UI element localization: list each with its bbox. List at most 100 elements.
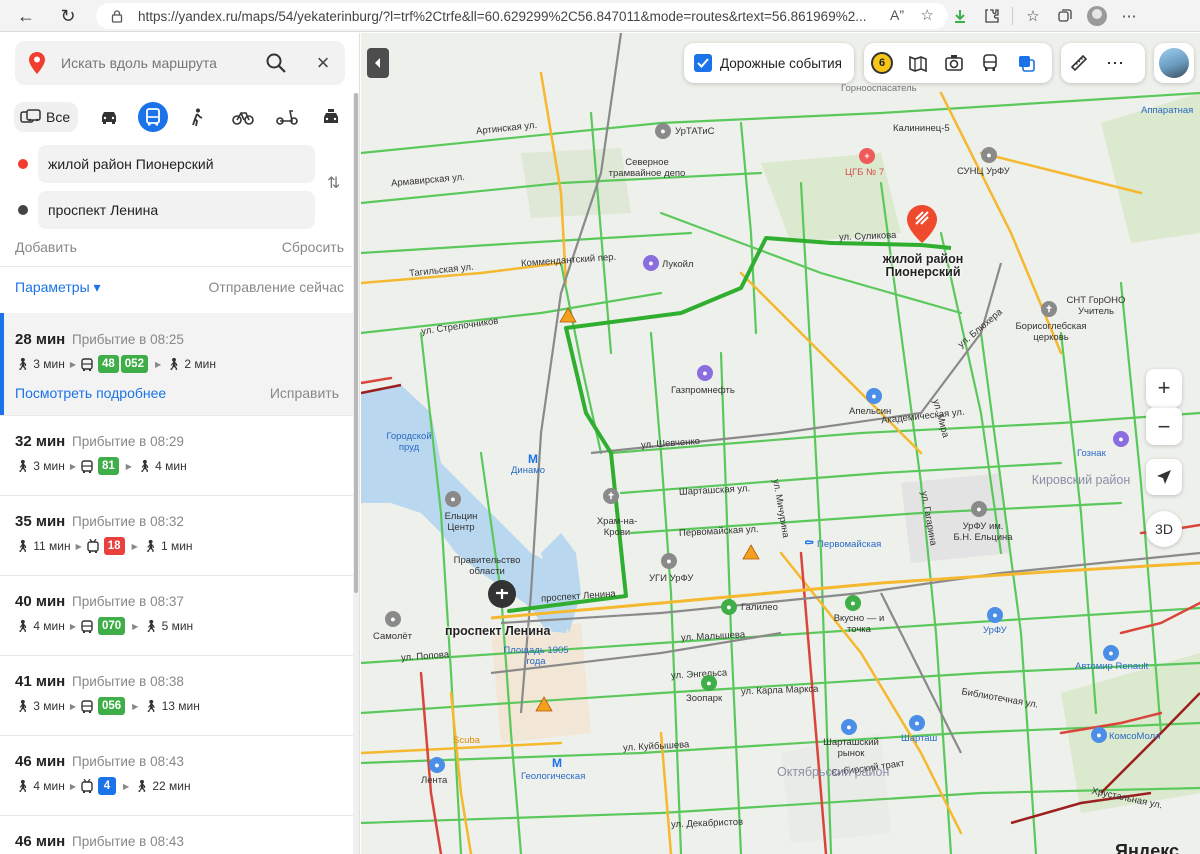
poi-label: Шарташ (901, 733, 938, 744)
url-text[interactable]: https://yandex.ru/maps/54/yekaterinburg/… (138, 9, 866, 24)
hospital-icon[interactable]: + (859, 148, 875, 164)
shop-icon[interactable]: ● (841, 719, 857, 735)
mode-taxi-button[interactable] (316, 102, 346, 132)
user-avatar[interactable] (1154, 43, 1194, 83)
collections-icon[interactable] (1049, 0, 1081, 32)
poi-label: Газпромнефть (671, 385, 735, 396)
transport-icon[interactable]: ● (909, 715, 925, 731)
zoo-icon[interactable]: ● (701, 675, 717, 691)
end-dot-icon (18, 205, 28, 215)
my-location-button[interactable] (1146, 459, 1182, 495)
favorites-icon[interactable]: ☆ (1017, 0, 1049, 32)
mode-bicycle-button[interactable] (228, 102, 258, 132)
route-option[interactable]: 41 мин Прибытие в 08:38 🚶︎ 3 мин ▶ 056 ▶… (0, 655, 354, 735)
fuel-icon[interactable]: ● (1113, 431, 1129, 447)
add-favorite-icon[interactable]: ☆ (921, 6, 934, 24)
more-options-icon[interactable]: ⋯ (1097, 43, 1133, 83)
shop-icon[interactable]: ● (385, 611, 401, 627)
route-point-from: жилой район Пионерский (15, 145, 315, 183)
mode-all-button[interactable]: Все (14, 102, 78, 132)
bicycle-icon (232, 112, 254, 125)
walk-icon: 🚶︎ (15, 459, 31, 473)
university-icon[interactable]: ● (987, 607, 1003, 623)
destination-marker[interactable] (907, 205, 937, 246)
car-service-icon[interactable]: ● (1103, 645, 1119, 661)
route-fix-link[interactable]: Исправить (270, 385, 339, 401)
route-arrival: Прибытие в 08:37 (72, 594, 184, 609)
route-option[interactable]: 32 мин Прибытие в 08:29 🚶︎ 3 мин ▶ 81 ▶ … (0, 415, 354, 495)
to-field[interactable]: проспект Ленина (38, 191, 315, 229)
3d-toggle-button[interactable]: 3D (1146, 511, 1182, 547)
back-icon[interactable]: ← (10, 0, 42, 32)
zoom-in-button[interactable]: + (1146, 369, 1182, 407)
close-icon[interactable]: × (313, 52, 333, 74)
church-icon[interactable]: ✝ (603, 488, 619, 504)
shop-icon[interactable]: ● (1091, 727, 1107, 743)
shop-icon[interactable]: ● (721, 599, 737, 615)
reset-link[interactable]: Сбросить (282, 239, 344, 255)
address-bar[interactable]: https://yandex.ru/maps/54/yekaterinburg/… (96, 3, 948, 29)
mode-bus-button[interactable] (138, 102, 168, 132)
read-aloud-icon[interactable]: A” (890, 7, 904, 23)
reload-icon[interactable]: ↻ (52, 0, 84, 32)
university-icon[interactable]: ● (971, 501, 987, 517)
mode-pedestrian-button[interactable] (182, 102, 212, 132)
fuel-icon[interactable]: ● (643, 255, 659, 271)
university-icon[interactable]: ● (661, 553, 677, 569)
poi-label: СНТ ГорОНО Учитель (1066, 295, 1126, 317)
route-search-box[interactable]: × (15, 41, 345, 85)
landmark-icon[interactable]: ● (445, 491, 461, 507)
route-option[interactable]: 40 мин Прибытие в 08:37 🚶︎ 4 мин ▶ 070 ▶… (0, 575, 354, 655)
start-title: проспект Ленина (445, 624, 551, 638)
panorama-icon[interactable] (900, 43, 936, 83)
add-point-link[interactable]: Добавить (15, 239, 77, 255)
zoom-out-button[interactable]: − (1146, 407, 1182, 445)
poi-icon[interactable]: ● (655, 123, 671, 139)
metro-icon[interactable]: ⚰ (801, 535, 817, 551)
swap-points-icon[interactable]: ⇅ (327, 173, 347, 195)
fuel-icon[interactable]: ● (697, 365, 713, 381)
shop-icon[interactable]: ● (866, 388, 882, 404)
route-option[interactable]: 35 мин Прибытие в 08:32 🚶︎ 11 мин ▶ 18 ▶… (0, 495, 354, 575)
search-icon[interactable] (265, 52, 287, 74)
walk-duration: 2 мин (184, 357, 216, 371)
search-input[interactable] (61, 51, 261, 75)
traffic-score-button[interactable]: 6 (864, 43, 900, 83)
poi-label: Гознак (1077, 448, 1106, 459)
mode-scooter-button[interactable] (272, 102, 302, 132)
download-icon[interactable] (944, 0, 976, 32)
ruler-icon[interactable] (1061, 43, 1097, 83)
extensions-icon[interactable] (976, 0, 1008, 32)
departure-time-select[interactable]: Отправление сейчас (209, 279, 344, 295)
traffic-events-toggle[interactable]: Дорожные события (684, 43, 854, 83)
parameters-dropdown[interactable]: Параметры ▾ (15, 279, 101, 296)
panel-scrollbar[interactable] (353, 93, 359, 854)
route-option[interactable]: 46 мин Прибытие в 08:43 🚶︎ 4 мин ▶ 4 ▶ 🚶… (0, 735, 354, 815)
lock-icon[interactable] (110, 9, 124, 23)
route-details-link[interactable]: Посмотреть подробнее (15, 385, 166, 401)
map-canvas[interactable]: Артинская ул. Армавирская ул. Тагильская… (361, 33, 1200, 854)
metro-icon[interactable]: M (549, 755, 565, 771)
map-roads[interactable] (361, 33, 1200, 854)
food-icon[interactable]: ● (845, 595, 861, 611)
mode-car-button[interactable] (94, 102, 124, 132)
layers-icon[interactable] (1008, 43, 1044, 83)
poi-label: Апельсин (849, 406, 892, 417)
school-icon[interactable]: ● (981, 147, 997, 163)
collapse-panel-button[interactable] (367, 48, 389, 78)
from-field[interactable]: жилой район Пионерский (38, 145, 315, 183)
map-layers-toolbar: 6 (864, 43, 1052, 83)
camera-icon[interactable] (936, 43, 972, 83)
transit-layer-icon[interactable] (972, 43, 1008, 83)
routes-panel: × Все жилой район Пионерский проспект (0, 33, 360, 854)
checkbox-checked-icon[interactable] (694, 54, 712, 72)
poi-label: УГИ УрФУ (649, 573, 694, 584)
route-option[interactable]: 46 мин Прибытие в 08:43 (0, 815, 354, 854)
walk-icon: 🚶︎ (15, 779, 31, 793)
more-icon[interactable]: ⋯ (1113, 0, 1145, 32)
route-legs: 🚶︎ 4 мин ▶ 4 ▶ 🚶︎ 22 мин (15, 776, 191, 796)
profile-icon[interactable] (1081, 0, 1113, 32)
shop-icon[interactable]: ● (429, 757, 445, 773)
start-marker[interactable] (487, 579, 517, 612)
route-option-selected[interactable]: 28 мин Прибытие в 08:25 🚶︎ 3 мин ▶ 48 05… (0, 313, 354, 415)
